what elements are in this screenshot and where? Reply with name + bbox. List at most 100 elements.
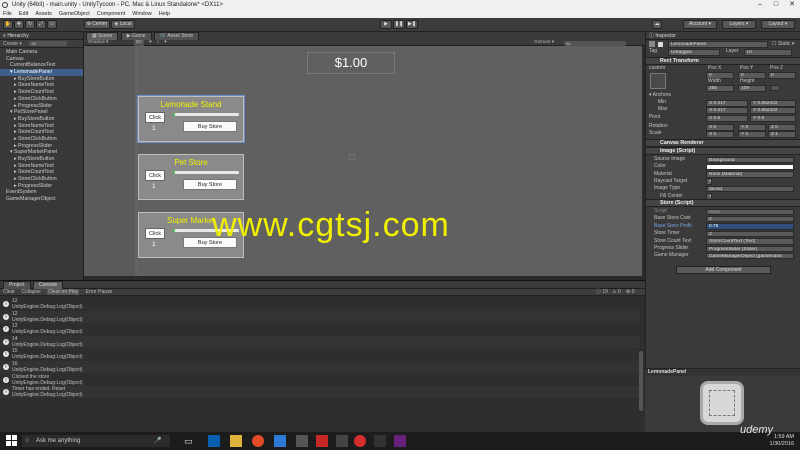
image-script-header[interactable]: Image (Script) (646, 147, 800, 155)
hierarchy-item[interactable]: ▾ PetStorePanel (0, 109, 83, 116)
light-icon[interactable]: ☀ (148, 40, 152, 45)
hierarchy-item[interactable]: ▸ StoreClickButton (0, 96, 83, 103)
hierarchy-tab[interactable]: ≡ Hierarchy (0, 32, 83, 40)
menu-assets[interactable]: Assets (35, 11, 52, 17)
console-log-entry[interactable]: ! 12 UnityEngine.Debug:Log(Object) (0, 310, 640, 323)
progress-slider[interactable] (173, 171, 239, 174)
play-button[interactable]: ▶ (380, 20, 392, 29)
store-field-value[interactable]: 2 (706, 215, 794, 223)
store-field-value[interactable]: StoreCountText (Text) (706, 238, 794, 245)
menu-edit[interactable]: Edit (19, 11, 28, 17)
pivot-y-field[interactable]: Y 0.5 (750, 115, 796, 122)
collapse-button[interactable]: Collapse (21, 289, 40, 295)
hierarchy-item[interactable]: Main Camera (0, 49, 83, 56)
rotate-tool-icon[interactable]: ↻ (25, 20, 35, 29)
hierarchy-item[interactable]: ▸ StoreClickButton (0, 176, 83, 183)
fx-icon[interactable]: ✦ (164, 40, 168, 45)
canvas-renderer-header[interactable]: Canvas Renderer (646, 139, 800, 147)
image-field-value[interactable]: ✔ (706, 178, 712, 185)
inspector-tab[interactable]: ⓘ Inspector (646, 32, 800, 40)
monodevelop-icon[interactable] (374, 435, 386, 447)
store-panel[interactable]: Pet Store Click 1 Buy Store (138, 154, 244, 200)
console-scrollbar[interactable] (639, 351, 643, 411)
cortana-search-input[interactable]: ○ Ask me anything 🎤 (22, 435, 170, 447)
progress-slider[interactable] (173, 113, 239, 116)
console-log-entry[interactable]: ! 14 UnityEngine.Debug:Log(Object) (0, 335, 640, 348)
pivot-x-field[interactable]: X 0.5 (706, 115, 748, 122)
hierarchy-item[interactable]: ▸ StoreNameText (0, 163, 83, 170)
tab-project[interactable]: Project (3, 281, 31, 289)
console-log-entry[interactable]: ! Timer has ended. Reset UnityEngine.Debug… (0, 386, 640, 399)
rot-z-field[interactable]: Z 0 (768, 124, 796, 131)
width-field[interactable]: 255 (706, 85, 734, 92)
error-pause-button[interactable]: Error Pause (86, 289, 113, 295)
max-x-field[interactable]: X 0.217 (706, 107, 748, 114)
image-field-value[interactable] (706, 163, 794, 171)
hierarchy-item[interactable]: ▾ LemonadePanel (0, 69, 83, 76)
scale-z-field[interactable]: Z 1 (768, 131, 796, 138)
microphone-icon[interactable]: 🎤 (154, 435, 161, 447)
rect-tool-icon[interactable]: ▭ (47, 20, 57, 29)
tab-game[interactable]: ▶ Game (120, 32, 152, 40)
app-icon[interactable] (296, 435, 308, 447)
maximize-button[interactable]: □ (768, 0, 784, 10)
hierarchy-item[interactable]: ▸ StoreNameText (0, 123, 83, 130)
hierarchy-item[interactable]: ▸ BuyStoreButton (0, 116, 83, 123)
store-field-value[interactable]: 3 (706, 230, 794, 238)
store-field-value[interactable]: 0.75 (706, 223, 794, 230)
hierarchy-item[interactable]: ▸ StoreClickButton (0, 136, 83, 143)
warning-count[interactable]: ⚠ 0 (612, 289, 621, 296)
add-component-button[interactable]: Add Component (676, 266, 771, 274)
pivot-center-button[interactable]: ⊕ Center (84, 20, 110, 29)
console-log-entry[interactable]: ! 16 UnityEngine.Debug:Log(Object) (0, 361, 640, 374)
scale-y-field[interactable]: Y 1 (738, 131, 766, 138)
max-y-field[interactable]: Y 0.652422 (750, 107, 796, 114)
buy-store-button[interactable]: Buy Store (183, 179, 237, 190)
tab-console[interactable]: Console (32, 281, 64, 289)
rect-transform-header[interactable]: Rect Transform (646, 57, 800, 65)
task-view-icon[interactable]: ▭ (184, 435, 196, 447)
image-field-value[interactable]: Background (706, 156, 794, 163)
active-checkbox[interactable] (658, 41, 664, 47)
minimize-button[interactable]: – (752, 0, 768, 10)
layers-dropdown[interactable]: Layers ▾ (722, 20, 756, 29)
hierarchy-item[interactable]: ▸ StoreCountText (0, 89, 83, 96)
tab-asset-store[interactable]: 🛒 Asset Store (153, 32, 200, 40)
hierarchy-item[interactable]: ▸ BuyStoreButton (0, 156, 83, 163)
clear-button[interactable]: Clear (3, 289, 15, 295)
menu-component[interactable]: Component (97, 11, 125, 17)
store-panel[interactable]: Lemonade Stand Click 1 Buy Store (138, 96, 244, 142)
scale-tool-icon[interactable]: ⤢ (36, 20, 46, 29)
anchor-preset-icon[interactable] (650, 73, 666, 89)
hierarchy-item[interactable]: EventSystem (0, 189, 83, 196)
clear-on-play-button[interactable]: Clear on Play (47, 289, 80, 295)
rot-x-field[interactable]: X 0 (706, 124, 734, 131)
store-click-button[interactable]: Click (145, 112, 165, 123)
hierarchy-item[interactable]: ▸ ProgressSlider (0, 143, 83, 150)
store-field-value[interactable]: ProgressSlider (Slider) (706, 245, 794, 252)
file-explorer-icon[interactable] (230, 435, 242, 447)
recorder-icon[interactable] (316, 435, 328, 447)
static-toggle[interactable]: ☐ Static ▾ (772, 41, 794, 49)
menu-window[interactable]: Window (132, 11, 152, 17)
menu-file[interactable]: File (3, 11, 12, 17)
visual-studio-icon[interactable] (394, 435, 406, 447)
clock[interactable]: 1:59 AM 1/30/2016 (742, 434, 794, 448)
hierarchy-item[interactable]: ▸ BuyStoreButton (0, 76, 83, 83)
menu-gameobject[interactable]: GameObject (59, 11, 90, 17)
hierarchy-item[interactable]: ▸ ProgressSlider (0, 183, 83, 190)
menu-help[interactable]: Help (159, 11, 170, 17)
store-field-value[interactable]: GameManagerObject (gamemana (706, 252, 794, 260)
hierarchy-item[interactable]: CurrentBalanceText (0, 62, 83, 69)
height-field[interactable]: 109 (738, 85, 766, 92)
hierarchy-item[interactable]: GameManagerObject (0, 196, 83, 203)
image-field-value[interactable]: None (Material) (706, 171, 794, 178)
store-script-header[interactable]: Store (Script) (646, 199, 800, 207)
tab-scene[interactable]: ▦ Scene (86, 32, 119, 40)
hierarchy-item[interactable]: ▸ StoreNameText (0, 82, 83, 89)
store-field-value[interactable]: Store (706, 208, 794, 215)
buy-store-button[interactable]: Buy Store (183, 121, 237, 132)
hierarchy-item[interactable]: Canvas (0, 56, 83, 63)
image-field-value[interactable]: Sliced (706, 185, 794, 193)
object-name-field[interactable]: LemonadePanel (668, 41, 768, 48)
